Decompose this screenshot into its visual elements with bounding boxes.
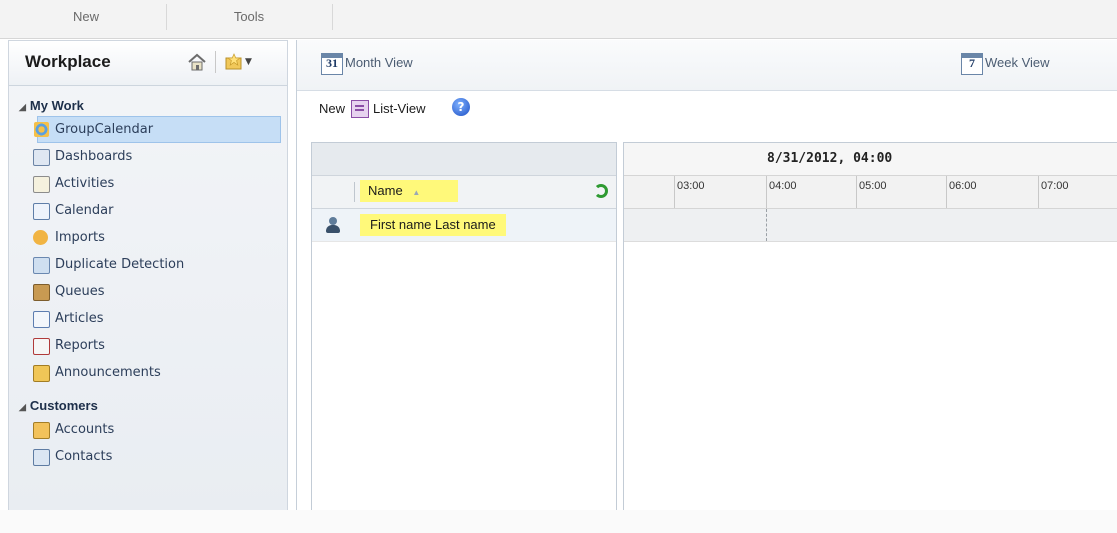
group-title-label: My Work xyxy=(29,98,84,113)
sidebar-item-dashboards[interactable]: Dashboards xyxy=(9,143,287,170)
sidebar-item-label: Calendar xyxy=(55,203,114,218)
month-calendar-icon[interactable]: 31 xyxy=(321,53,343,75)
chevron-down-icon[interactable]: ▼ xyxy=(245,57,252,67)
activities-icon xyxy=(33,176,50,193)
sidebar-item-articles[interactable]: Articles xyxy=(9,305,287,332)
articles-icon xyxy=(33,311,50,328)
help-icon[interactable]: ? xyxy=(452,98,470,116)
schedule-grid: 8/31/2012, 04:00 03:00 04:00 05:00 06:00… xyxy=(623,142,1117,511)
sidebar-item-label: Dashboards xyxy=(55,149,133,164)
duplicate-detection-icon xyxy=(33,257,50,274)
grid-toolbar: New List-View ? xyxy=(297,91,1117,129)
tab-tools[interactable]: Tools xyxy=(166,4,333,30)
month-view-button[interactable]: Month View xyxy=(345,55,413,70)
group-my-work[interactable]: ◢ My Work xyxy=(19,96,287,116)
sidebar-item-label: Contacts xyxy=(55,449,113,464)
week-calendar-icon[interactable]: 7 xyxy=(961,53,983,75)
collapse-triangle-icon[interactable]: ◢ xyxy=(19,97,26,117)
sidebar-item-accounts[interactable]: Accounts xyxy=(9,416,287,443)
sidebar-item-label: Accounts xyxy=(55,422,115,437)
hour-label: 05:00 xyxy=(856,176,946,208)
workplace-title: Workplace xyxy=(25,52,111,71)
favorites-icon[interactable] xyxy=(225,53,243,71)
sidebar-item-label: Articles xyxy=(55,311,104,326)
sidebar-item-reports[interactable]: Reports xyxy=(9,332,287,359)
group-title-label: Customers xyxy=(29,398,98,413)
tab-new[interactable]: New xyxy=(6,4,167,30)
group-customers[interactable]: ◢ Customers xyxy=(19,396,287,416)
dashboards-icon xyxy=(33,149,50,166)
schedule-date-header: 8/31/2012, 04:00 xyxy=(624,143,1117,176)
sidebar-item-activities[interactable]: Activities xyxy=(9,170,287,197)
sidebar-item-groupcalendar[interactable]: GroupCalendar xyxy=(34,116,281,143)
home-icon[interactable] xyxy=(187,53,207,71)
hour-label: 04:00 xyxy=(766,176,856,208)
schedule-hours-header: 03:00 04:00 05:00 06:00 07:00 xyxy=(624,176,1117,209)
sort-ascending-icon: ▲ xyxy=(412,188,421,197)
accounts-icon xyxy=(33,422,50,439)
sidebar-header: Workplace ▼ xyxy=(9,41,287,86)
sidebar-item-contacts[interactable]: Contacts xyxy=(9,443,287,470)
view-switcher: 31 Month View 7 Week View xyxy=(297,40,1117,91)
name-column-header[interactable]: Name ▲ xyxy=(360,180,458,202)
sidebar-item-queues[interactable]: Queues xyxy=(9,278,287,305)
sidebar-item-label: Duplicate Detection xyxy=(55,257,185,272)
sidebar-item-label: Queues xyxy=(55,284,105,299)
name-column-label: Name xyxy=(368,183,403,198)
reports-icon xyxy=(33,338,50,355)
new-button[interactable]: New xyxy=(319,101,345,116)
list-view-icon[interactable] xyxy=(351,100,369,118)
list-view-button[interactable]: List-View xyxy=(373,101,426,116)
sidebar-item-label: Activities xyxy=(55,176,115,191)
resource-list-header-top xyxy=(312,143,616,176)
collapse-triangle-icon[interactable]: ◢ xyxy=(19,397,26,417)
week-view-button[interactable]: Week View xyxy=(985,55,1050,70)
calendar-icon xyxy=(33,203,50,220)
sidebar-item-label: Imports xyxy=(55,230,105,245)
hour-label: 03:00 xyxy=(674,176,764,208)
sidebar-item-announcements[interactable]: Announcements xyxy=(9,359,287,386)
hour-label: 07:00 xyxy=(1038,176,1117,208)
resource-list-header: Name ▲ xyxy=(312,176,616,209)
hour-label: 06:00 xyxy=(946,176,1036,208)
user-icon xyxy=(326,217,340,233)
current-time-line xyxy=(766,209,767,241)
imports-icon xyxy=(33,230,48,245)
refresh-icon[interactable] xyxy=(594,184,608,198)
announcements-icon xyxy=(33,365,50,382)
sidebar: Workplace ▼ ◢ My Work GroupCalendar Dashb… xyxy=(8,40,288,512)
sidebar-item-imports[interactable]: Imports xyxy=(9,224,287,251)
main-panel: 31 Month View 7 Week View New List-View … xyxy=(296,40,1117,512)
resource-list: Name ▲ First name Last name xyxy=(311,142,617,512)
sidebar-item-duplicate-detection[interactable]: Duplicate Detection xyxy=(9,251,287,278)
sidebar-item-label: Announcements xyxy=(55,365,161,380)
sidebar-item-label: GroupCalendar xyxy=(55,122,154,137)
sidebar-item-label: Reports xyxy=(55,338,105,353)
ribbon-bar: New Tools xyxy=(0,0,1117,39)
sidebar-item-calendar[interactable]: Calendar xyxy=(9,197,287,224)
table-row[interactable]: First name Last name xyxy=(312,209,616,242)
footer-area xyxy=(0,510,1117,533)
resource-name[interactable]: First name Last name xyxy=(360,214,506,236)
queues-icon xyxy=(33,284,50,301)
schedule-row[interactable] xyxy=(624,209,1117,242)
contacts-icon xyxy=(33,449,50,466)
groupcalendar-icon xyxy=(34,122,49,137)
